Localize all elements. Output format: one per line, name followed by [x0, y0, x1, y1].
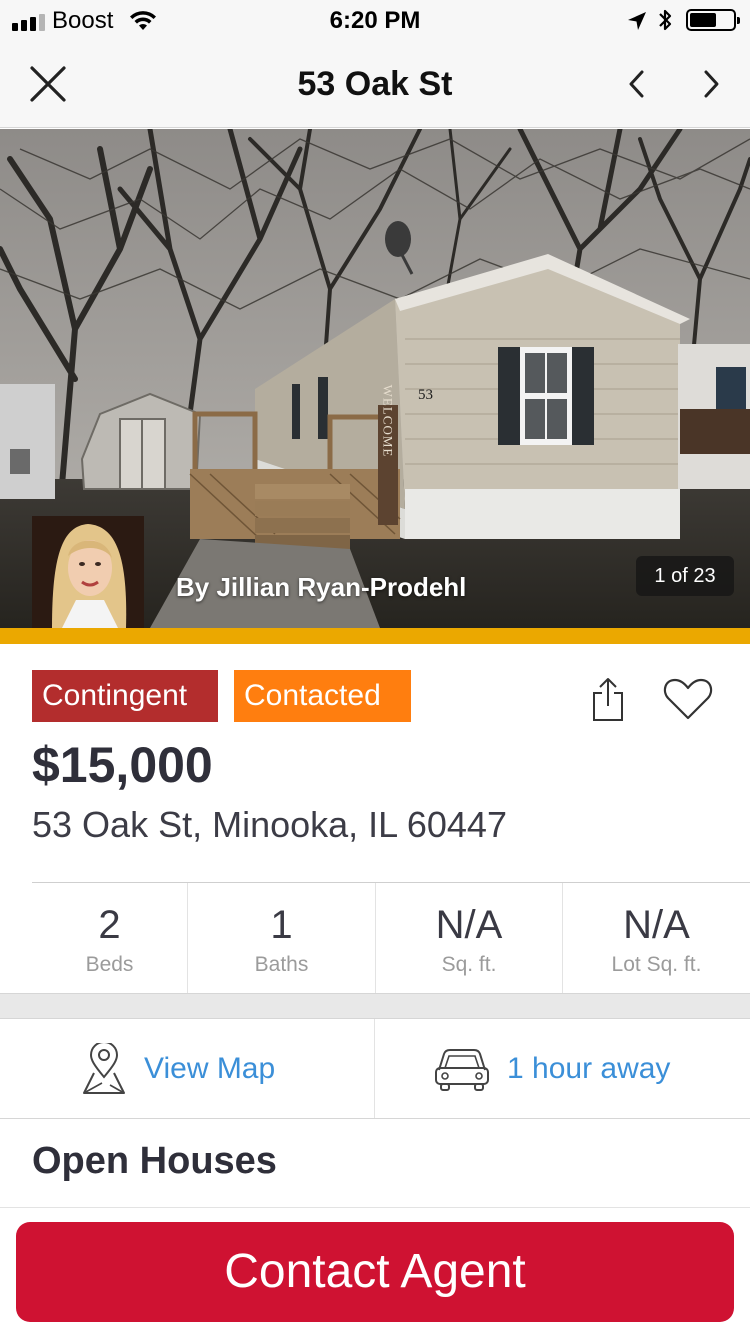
view-map-label: View Map	[144, 1051, 276, 1085]
listing-address: 53 Oak St, Minooka, IL 60447	[32, 804, 507, 845]
heart-icon[interactable]	[662, 676, 714, 722]
status-badge-contingent: Contingent	[32, 670, 218, 722]
drive-time-label: 1 hour away	[507, 1051, 671, 1085]
agent-photo[interactable]	[32, 516, 144, 628]
status-bar: Boost 6:20 PM	[0, 0, 750, 40]
location-arrow-icon	[628, 12, 646, 30]
fact-baths: 1 Baths	[187, 883, 375, 993]
fact-lot-sqft: N/A Lot Sq. ft.	[562, 883, 750, 993]
bluetooth-icon	[659, 9, 672, 31]
fact-value: N/A	[623, 903, 690, 947]
fact-label: Beds	[85, 953, 134, 976]
fact-label: Lot Sq. ft.	[611, 953, 702, 976]
listing-photo[interactable]: WELCOME 53 By Jillian Ryan-Prodehl 1 of …	[0, 129, 750, 628]
open-houses-heading: Open Houses	[32, 1140, 277, 1182]
battery-icon	[686, 9, 740, 31]
share-icon[interactable]	[588, 676, 628, 722]
welcome-sign-text: WELCOME	[381, 385, 396, 458]
car-icon	[435, 1048, 489, 1091]
listing-price: $15,000	[32, 737, 213, 793]
section-divider	[0, 1207, 750, 1208]
property-facts: 2 Beds 1 Baths N/A Sq. ft. N/A Lot Sq. f…	[32, 882, 750, 994]
fact-sqft: N/A Sq. ft.	[375, 883, 562, 993]
map-pin-icon	[83, 1042, 125, 1094]
photo-counter: 1 of 23	[636, 556, 734, 596]
contact-agent-button[interactable]: Contact Agent	[16, 1222, 734, 1322]
chevron-left-icon[interactable]	[622, 66, 652, 102]
fact-value: 1	[270, 903, 293, 947]
agent-name: By Jillian Ryan-Prodehl	[176, 572, 467, 602]
location-actions: View Map 1 hour away	[0, 1019, 750, 1119]
fact-label: Sq. ft.	[441, 953, 497, 976]
fact-beds: 2 Beds	[32, 883, 187, 993]
fact-value: 2	[98, 903, 121, 947]
house-number: 53	[418, 387, 433, 403]
view-map-button[interactable]: View Map	[0, 1019, 375, 1118]
fact-label: Baths	[254, 953, 309, 976]
chevron-right-icon[interactable]	[696, 66, 726, 102]
status-badge-contacted: Contacted	[234, 670, 411, 722]
drive-time-button[interactable]: 1 hour away	[375, 1019, 750, 1118]
accent-bar	[0, 628, 750, 644]
fact-value: N/A	[435, 903, 503, 947]
navigation-bar: 53 Oak St	[0, 40, 750, 128]
section-divider	[0, 993, 750, 1019]
